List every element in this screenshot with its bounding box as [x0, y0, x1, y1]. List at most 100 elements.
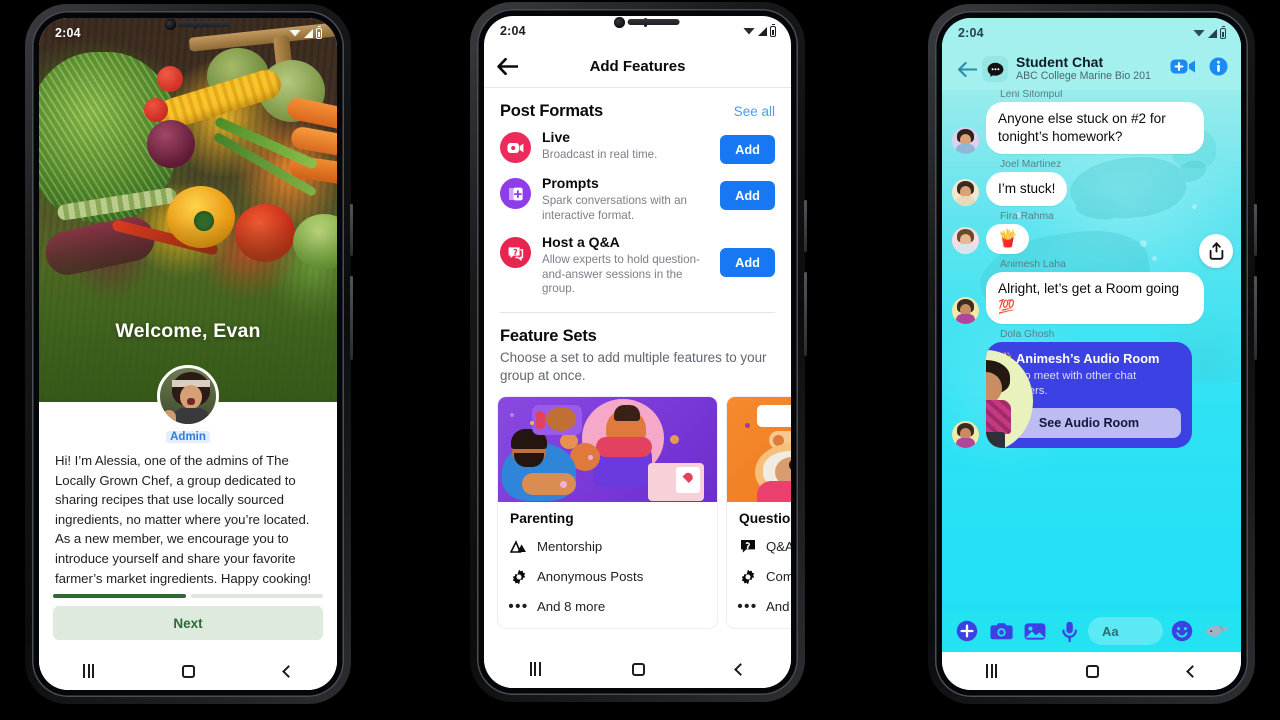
volume-button[interactable]: [1254, 204, 1257, 256]
message-bubble[interactable]: Anyone else stuck on #2 for tonight’s ho…: [986, 102, 1204, 154]
card-feature-row: Anonymous Posts: [510, 562, 717, 592]
feature-set-card-questions[interactable]: Questions Q&A: [727, 396, 791, 628]
recents-icon[interactable]: [83, 664, 95, 678]
ellipsis-icon: •••: [508, 597, 529, 615]
card-feature-row: Q&A: [739, 532, 791, 562]
avatar[interactable]: [952, 179, 979, 206]
message-row: Animesh Laha Alright, let’s get a Room g…: [942, 259, 1241, 324]
add-button[interactable]: Add: [720, 248, 775, 277]
see-all-link[interactable]: See all: [734, 104, 775, 119]
feature-name: Prompts: [542, 175, 599, 191]
message-list[interactable]: Leni Sitompul Anyone else stuck on #2 fo…: [942, 84, 1241, 610]
status-bar: 2:04: [942, 18, 1241, 48]
battery-icon: [770, 23, 776, 37]
volume-button[interactable]: [350, 204, 353, 256]
emoji-icon[interactable]: [1165, 620, 1199, 642]
ellipsis-icon: •••: [737, 597, 758, 615]
message-bubble[interactable]: Alright, let’s get a Room going 💯: [986, 272, 1204, 324]
add-video-call-icon[interactable]: [1170, 58, 1196, 80]
avatar[interactable]: [157, 365, 219, 427]
feature-set-carousel[interactable]: Parenting Mentorship Anonymous Posts •••…: [484, 385, 791, 628]
features-list[interactable]: Post Formats See all Live Broadcast in r…: [484, 88, 791, 650]
chat-title-block[interactable]: Student Chat ABC College Marine Bio 201: [1016, 55, 1170, 83]
feature-name: Host a Q&A: [542, 234, 620, 250]
whale-sticker-icon[interactable]: [1199, 621, 1233, 641]
info-icon[interactable]: [1209, 57, 1228, 81]
feature-set-card-parenting[interactable]: Parenting Mentorship Anonymous Posts •••…: [498, 396, 717, 628]
welcome-title: Welcome, Evan: [115, 320, 261, 342]
message-sender: Leni Sitompul: [1000, 89, 1063, 100]
home-icon[interactable]: [182, 664, 196, 678]
phone-bezel: 2:04 Add Features Post Formats See all L…: [477, 9, 798, 695]
feature-sets-header: Feature Sets: [484, 313, 791, 348]
admin-profile[interactable]: Admin: [157, 365, 219, 445]
android-nav-bar: [942, 652, 1241, 690]
card-body: Questions Q&A: [727, 502, 791, 628]
message-input[interactable]: Aa: [1088, 617, 1163, 645]
status-time: 2:04: [55, 26, 81, 40]
home-icon[interactable]: [631, 662, 645, 676]
status-icons: [743, 23, 776, 37]
status-bar: 2:04: [39, 18, 337, 48]
section-title: Feature Sets: [500, 326, 597, 345]
signal-icon: [304, 28, 313, 38]
section-title: Post Formats: [500, 102, 604, 120]
audio-room-title: 👋 Animesh’s Audio Room: [997, 351, 1160, 366]
volume-button[interactable]: [804, 200, 807, 252]
feature-sets-desc: Choose a set to add multiple features to…: [500, 349, 767, 383]
live-video-icon: [500, 132, 531, 163]
next-button[interactable]: Next: [53, 606, 323, 640]
feature-row-live[interactable]: Live Broadcast in real time. Add: [484, 123, 791, 169]
back-icon[interactable]: [281, 664, 295, 678]
phone-bezel: 2:04 Student Chat ABC College Marine Bio…: [935, 11, 1248, 697]
message-bubble-sticker[interactable]: 🍟: [986, 224, 1030, 254]
audio-room-message-row: Dola Ghosh 👋 Animesh’s Audio Room meet w…: [942, 329, 1241, 448]
feature-row-qa[interactable]: Host a Q&A Allow experts to hold questio…: [484, 228, 791, 302]
status-icons: [1193, 25, 1226, 39]
camera-icon[interactable]: [984, 622, 1018, 641]
power-button[interactable]: [350, 276, 353, 360]
wifi-icon: [743, 27, 755, 35]
back-icon[interactable]: [1185, 664, 1199, 678]
audio-room-card[interactable]: 👋 Animesh’s Audio Room Join to meet with…: [986, 342, 1192, 448]
arrow-left-icon[interactable]: [952, 61, 982, 77]
message-bubble[interactable]: I’m stuck!: [986, 172, 1068, 206]
card-feature-row: ••• And 2 more: [737, 592, 791, 622]
arrow-left-icon[interactable]: [484, 58, 530, 75]
recents-icon[interactable]: [529, 662, 541, 676]
phone-3-screen: 2:04 Student Chat ABC College Marine Bio…: [942, 18, 1241, 690]
avatar[interactable]: [952, 227, 979, 254]
recents-icon[interactable]: [986, 664, 998, 678]
microphone-icon[interactable]: [1052, 621, 1086, 642]
message-sender: Dola Ghosh: [1000, 329, 1055, 340]
wifi-icon: [289, 29, 301, 37]
plus-icon[interactable]: [950, 620, 984, 642]
progress-segment-empty: [190, 594, 323, 598]
avatar[interactable]: [952, 297, 979, 324]
avatar[interactable]: [952, 421, 979, 448]
feature-row-prompts[interactable]: Prompts Spark conversations with an inte…: [484, 169, 791, 228]
parenting-illustration: [498, 396, 717, 502]
gallery-icon[interactable]: [1018, 622, 1052, 641]
phone-2-add-features-screen: 2:04 Add Features Post Formats See all L…: [470, 2, 807, 702]
message-sender: Animesh Laha: [1000, 259, 1066, 270]
message-row: Joel Martinez I’m stuck!: [942, 159, 1241, 206]
power-button[interactable]: [804, 272, 807, 356]
phone-1-welcome-screen: 2:04 Welcome, Evan Admin Hi! I’m Alessia…: [25, 4, 353, 704]
chat-bubble-icon[interactable]: [982, 56, 1008, 82]
status-icons: [289, 25, 322, 39]
power-button[interactable]: [1254, 276, 1257, 360]
feature-desc: Broadcast in real time.: [542, 148, 658, 161]
status-time: 2:04: [958, 26, 984, 40]
share-icon[interactable]: [1199, 234, 1233, 268]
add-button[interactable]: Add: [720, 135, 775, 164]
back-icon[interactable]: [734, 662, 748, 676]
progress-segment-filled: [53, 594, 186, 598]
status-time: 2:04: [500, 24, 526, 38]
avatar[interactable]: [952, 127, 979, 154]
home-icon[interactable]: [1085, 664, 1099, 678]
card-feature-row: Community: [739, 562, 791, 592]
add-button[interactable]: Add: [720, 181, 775, 210]
signal-icon: [1208, 28, 1217, 38]
gear-icon: [739, 569, 756, 585]
